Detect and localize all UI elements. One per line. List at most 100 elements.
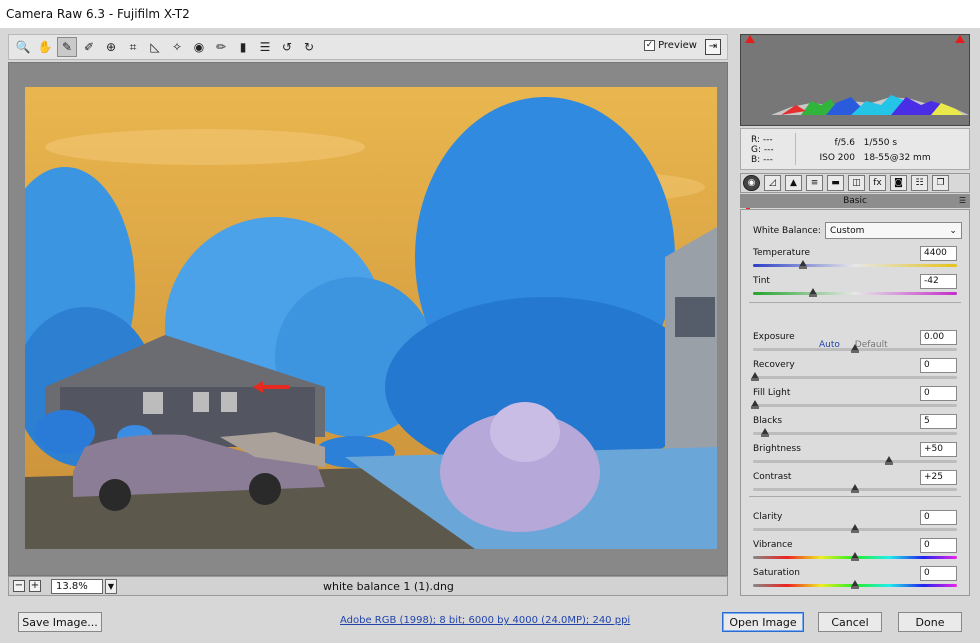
- save-image-label: Save Image...: [22, 615, 98, 629]
- crop-tool-icon[interactable]: ⌗: [123, 37, 143, 57]
- tab-tone-curve[interactable]: ◿: [764, 175, 781, 191]
- fill-light-slider-track[interactable]: [753, 404, 957, 407]
- white-balance-label: White Balance:: [753, 225, 821, 236]
- contrast-slider-row: Contrast +25: [753, 470, 957, 496]
- blacks-slider-track[interactable]: [753, 432, 957, 435]
- saturation-label: Saturation: [753, 568, 800, 578]
- preferences-icon[interactable]: ☰: [255, 37, 275, 57]
- blacks-value-field[interactable]: 5: [920, 414, 957, 429]
- tab-effects[interactable]: fx: [869, 175, 886, 191]
- color-sampler-tool-icon[interactable]: ✐: [79, 37, 99, 57]
- rotate-left-icon[interactable]: ↺: [277, 37, 297, 57]
- filename-label: white balance 1 (1).dng: [323, 579, 454, 593]
- preview-label: Preview: [658, 40, 697, 51]
- spot-removal-tool-icon[interactable]: ✧: [167, 37, 187, 57]
- panel-title: Basic: [843, 196, 867, 206]
- fill-light-slider-row: Fill Light 0: [751, 386, 957, 412]
- panel-menu-icon[interactable]: ☰: [959, 194, 966, 208]
- shadow-clipping-warning-icon[interactable]: [745, 35, 755, 43]
- saturation-value-field[interactable]: 0: [920, 566, 957, 581]
- b-label: B:: [751, 155, 761, 165]
- clarity-value-field[interactable]: 0: [920, 510, 957, 525]
- preview-checkbox[interactable]: ✓: [644, 40, 656, 51]
- vibrance-label: Vibrance: [753, 540, 793, 550]
- tint-slider-row: Tint -42: [753, 274, 957, 300]
- annotation-arrow-icon: [253, 381, 289, 393]
- done-button[interactable]: Done: [898, 612, 962, 632]
- lens-value: 18-55@32 mm: [863, 153, 931, 163]
- window-title: Camera Raw 6.3 - Fujifilm X-T2: [6, 7, 190, 21]
- zoom-tool-icon[interactable]: 🔍: [13, 37, 33, 57]
- g-label: G:: [751, 145, 762, 155]
- vibrance-slider-row: Vibrance 0: [753, 538, 957, 564]
- preview-toggle[interactable]: ✓ Preview: [644, 40, 697, 51]
- histogram-graph: [771, 95, 969, 115]
- blacks-slider-row: Blacks 5: [753, 414, 957, 440]
- zoom-in-button[interactable]: +: [29, 580, 41, 592]
- adjustment-brush-icon[interactable]: ✏: [211, 37, 231, 57]
- recovery-value-field[interactable]: 0: [920, 358, 957, 373]
- cancel-button[interactable]: Cancel: [818, 612, 882, 632]
- tint-slider-track[interactable]: [753, 292, 957, 295]
- save-image-button[interactable]: Save Image...: [18, 612, 102, 632]
- graduated-filter-icon[interactable]: ▮: [233, 37, 253, 57]
- hand-tool-icon[interactable]: ✋: [35, 37, 55, 57]
- workflow-options-link[interactable]: Adobe RGB (1998); 8 bit; 6000 by 4000 (2…: [340, 615, 630, 626]
- temperature-slider-thumb[interactable]: [799, 260, 807, 269]
- tab-lens-corrections[interactable]: ◫: [848, 175, 865, 191]
- fill-light-label: Fill Light: [753, 388, 791, 398]
- tint-value-field[interactable]: -42: [920, 274, 957, 289]
- clarity-slider-thumb[interactable]: [851, 524, 859, 533]
- red-eye-removal-icon[interactable]: ◉: [189, 37, 209, 57]
- straighten-tool-icon[interactable]: ◺: [145, 37, 165, 57]
- tab-camera-calibration[interactable]: ◙: [890, 175, 907, 191]
- vibrance-value-field[interactable]: 0: [920, 538, 957, 553]
- basic-panel: White Balance: Custom ⌄ Auto Default Tem…: [740, 209, 970, 596]
- targeted-adjustment-tool-icon[interactable]: ⊕: [101, 37, 121, 57]
- rotate-right-icon[interactable]: ↻: [299, 37, 319, 57]
- temperature-value-field[interactable]: 4400: [920, 246, 957, 261]
- white-balance-tool-icon[interactable]: ✎: [57, 37, 77, 57]
- vibrance-slider-thumb[interactable]: [851, 552, 859, 561]
- contrast-slider-thumb[interactable]: [851, 484, 859, 493]
- section-divider: [749, 302, 961, 303]
- contrast-value-field[interactable]: +25: [920, 470, 957, 485]
- recovery-slider-thumb[interactable]: [751, 372, 759, 381]
- zoom-level-field[interactable]: 13.8%: [51, 578, 103, 594]
- fill-light-value-field[interactable]: 0: [920, 386, 957, 401]
- tab-hsl[interactable]: ≡: [806, 175, 823, 191]
- saturation-slider-row: Saturation 0: [753, 566, 957, 592]
- brightness-value-field[interactable]: +50: [920, 442, 957, 457]
- temperature-slider-row: Temperature 4400: [753, 246, 957, 272]
- blacks-slider-thumb[interactable]: [761, 428, 769, 437]
- infrared-house-photo: [25, 87, 717, 549]
- brightness-slider-thumb[interactable]: [885, 456, 893, 465]
- recovery-slider-track[interactable]: [753, 376, 957, 379]
- rgb-readout: R: --- G: --- B: ---: [751, 135, 774, 165]
- photo-preview[interactable]: [25, 87, 717, 549]
- open-image-button[interactable]: Open Image: [722, 612, 804, 632]
- r-label: R:: [751, 135, 761, 145]
- tab-presets[interactable]: ☷: [911, 175, 928, 191]
- brightness-label: Brightness: [753, 444, 801, 454]
- chevron-down-icon: ⌄: [949, 225, 957, 236]
- tint-slider-thumb[interactable]: [809, 288, 817, 297]
- tab-snapshots[interactable]: ❐: [932, 175, 949, 191]
- fill-light-slider-thumb[interactable]: [751, 400, 759, 409]
- tab-detail[interactable]: ▲: [785, 175, 802, 191]
- open-image-label: Open Image: [729, 615, 797, 629]
- fullscreen-icon[interactable]: ⇥: [705, 39, 721, 55]
- tab-basic[interactable]: ◉: [743, 175, 760, 191]
- image-preview-area: [8, 62, 728, 576]
- tab-split-toning[interactable]: ▬: [827, 175, 844, 191]
- temperature-slider-track[interactable]: [753, 264, 957, 267]
- image-info: R: --- G: --- B: --- f/5.6 1/550 s ISO 2…: [740, 128, 970, 170]
- exposure-value-field[interactable]: 0.00: [920, 330, 957, 345]
- brightness-slider-track[interactable]: [753, 460, 957, 463]
- highlight-clipping-warning-icon[interactable]: [955, 35, 965, 43]
- chevron-down-icon[interactable]: ▼: [105, 578, 117, 594]
- zoom-out-button[interactable]: −: [13, 580, 25, 592]
- white-balance-select[interactable]: Custom ⌄: [824, 222, 962, 239]
- exposure-slider-thumb[interactable]: [851, 344, 859, 353]
- saturation-slider-thumb[interactable]: [851, 580, 859, 589]
